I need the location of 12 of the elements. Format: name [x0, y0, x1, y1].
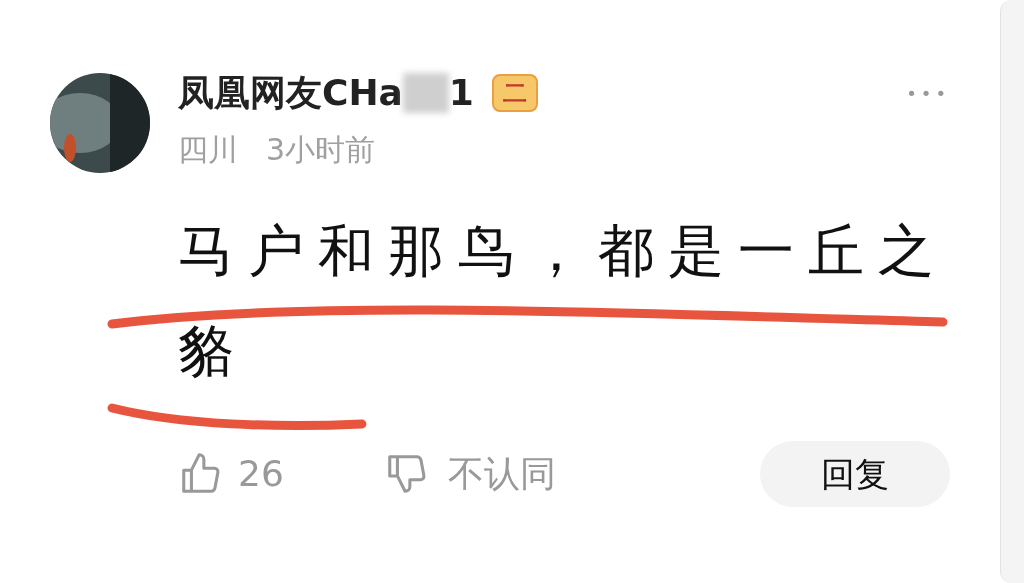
like-count[interactable]: 26 [238, 447, 284, 501]
author-name: 1 [448, 75, 474, 111]
comment-text: 马户和那鸟，都是一丘之 [178, 223, 948, 279]
comment-text: 貉 [178, 323, 248, 379]
more-button[interactable]: ••• [906, 79, 950, 107]
location-text: 四川 [178, 135, 238, 165]
reply-button[interactable]: 回复 [760, 441, 950, 507]
level-badge: 二 [491, 74, 538, 112]
time-text: 3小时前 [266, 135, 376, 165]
disagree-button[interactable]: 不认同 [447, 447, 556, 501]
blurred-patch [402, 73, 449, 113]
author-name: 凤凰网友CHa [178, 75, 403, 111]
